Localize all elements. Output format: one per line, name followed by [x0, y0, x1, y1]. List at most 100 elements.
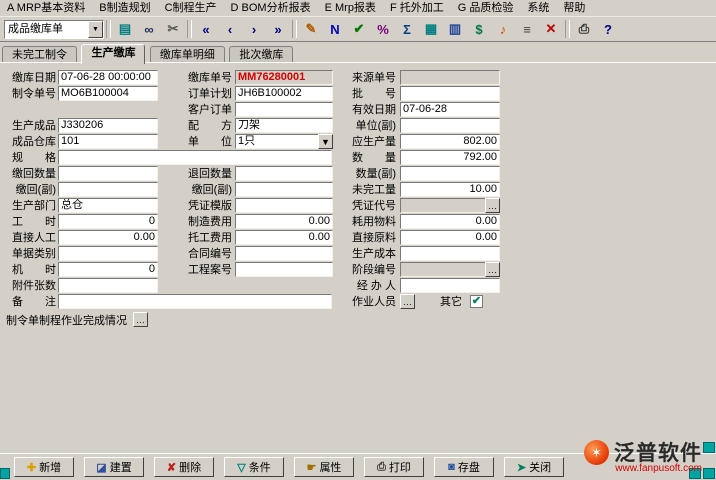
entry-no-label: 缴库单号 — [184, 71, 232, 85]
customer-order-field[interactable] — [235, 102, 333, 117]
print-button-icon: ⎙ — [377, 461, 386, 474]
direct-material-label: 直接原料 — [338, 231, 396, 245]
qty-sub-field[interactable]: 0.00 — [400, 166, 500, 181]
build-icon: ◪ — [96, 461, 106, 474]
source-no-value: TP76280001 — [427, 84, 490, 85]
formula-field[interactable]: 刀架 — [235, 118, 333, 133]
other-label: 其它 — [440, 295, 468, 309]
other-checkbox[interactable]: ✔ — [470, 295, 483, 308]
close-button[interactable]: ➤ 关闭 — [504, 457, 564, 477]
close-button-icon: ➤ — [517, 461, 526, 474]
delete-button[interactable]: ✘ 删除 — [154, 457, 214, 477]
properties-icon: ☛ — [307, 461, 317, 474]
return-qty-field[interactable] — [58, 166, 158, 181]
unit-sub-label: 单位(副) — [338, 119, 396, 133]
save-icon: ◙ — [448, 461, 455, 473]
handler-field[interactable] — [400, 278, 500, 293]
unfinished-qty-field[interactable]: 10.00 — [400, 182, 500, 197]
spec-field[interactable] — [58, 150, 332, 165]
entry-no-field: MM76280001 — [235, 70, 333, 85]
unfinished-qty-label: 未完工量 — [338, 183, 396, 197]
production-entry-form: 缴库日期 07-06-28 00:00:00 制令单号 MO6B100004 生… — [0, 0, 716, 480]
process-note-more-button[interactable]: … — [133, 312, 148, 327]
labor-hours-field[interactable]: 0 — [58, 214, 158, 229]
tab-production-entry[interactable]: 生产缴库 — [81, 44, 145, 64]
contract-no-field[interactable] — [235, 246, 333, 261]
unit-dropdown-icon[interactable]: ▼ — [318, 134, 333, 149]
spec-label: 规 格 — [4, 151, 56, 165]
reject-qty-field[interactable] — [235, 166, 333, 181]
project-no-field[interactable] — [235, 262, 333, 277]
stage-no-browse-button[interactable]: … — [485, 262, 500, 277]
doc-type-field[interactable] — [58, 246, 158, 261]
source-no-field[interactable]: ▦TP76280001 — [400, 70, 500, 85]
warehouse-label: 成品仓库 — [4, 135, 56, 149]
operator-browse-button[interactable]: … — [400, 294, 415, 309]
condition-icon: ▽ — [237, 461, 245, 474]
outsource-cost-field[interactable]: 0.00 — [235, 230, 333, 245]
tab-unfinished-orders[interactable]: 未完工制令 — [2, 46, 77, 63]
outsource-cost-label: 托工费用 — [184, 231, 232, 245]
material-cost-field[interactable]: 0.00 — [400, 214, 500, 229]
mo-no-label: 制令单号 — [4, 87, 56, 101]
build-button-label: 建置 — [110, 459, 132, 475]
voucher-code-browse-button[interactable]: … — [485, 198, 500, 213]
mfg-cost-field[interactable]: 0.00 — [235, 214, 333, 229]
delete-button-label: 删除 — [179, 459, 201, 475]
voucher-code-label: 凭证代号 — [338, 199, 396, 213]
qty-field[interactable]: 792.00 — [400, 150, 500, 165]
batch-no-label: 批 号 — [338, 87, 396, 101]
direct-material-field[interactable]: 0.00 — [400, 230, 500, 245]
return-qty-sub2-label: 缴回(副) — [184, 183, 232, 197]
doc-type-label: 单据类别 — [4, 247, 56, 261]
warehouse-field[interactable]: 101 — [58, 134, 158, 149]
tab-batch-entry[interactable]: 批次缴库 — [229, 46, 293, 63]
tab-entry-details[interactable]: 缴库单明细 — [150, 46, 225, 63]
product-label: 生产成品 — [4, 119, 56, 133]
new-button[interactable]: ✚ 新增 — [14, 457, 74, 477]
return-qty-sub-field[interactable] — [58, 182, 158, 197]
stage-no-label: 阶段编号 — [338, 263, 396, 277]
print-button-label: 打印 — [389, 459, 411, 475]
production-cost-field[interactable]: 0.00 — [400, 246, 500, 261]
entry-date-field[interactable]: 07-06-28 00:00:00 — [58, 70, 158, 85]
machine-hours-field[interactable]: 0 — [58, 262, 158, 277]
valid-date-label: 有效日期 — [338, 103, 396, 117]
project-no-label: 工程案号 — [184, 263, 232, 277]
batch-no-field[interactable] — [400, 86, 500, 101]
qty-label: 数 量 — [338, 151, 396, 165]
right-edge-grip — [703, 442, 715, 453]
new-button-label: 新增 — [39, 459, 61, 475]
reject-qty-label: 退回数量 — [184, 167, 232, 181]
material-cost-label: 耗用物料 — [338, 215, 396, 229]
properties-button[interactable]: ☛ 属性 — [294, 457, 354, 477]
voucher-template-field[interactable] — [235, 198, 333, 213]
new-icon: ✚ — [27, 461, 36, 474]
remark-label: 备 注 — [4, 295, 56, 309]
unit-sub-field[interactable] — [400, 118, 500, 133]
save-button[interactable]: ◙ 存盘 — [434, 457, 494, 477]
save-button-label: 存盘 — [458, 459, 480, 475]
product-field[interactable]: J330206 — [58, 118, 158, 133]
order-plan-field[interactable]: JH6B100002 — [235, 86, 333, 101]
attachments-field[interactable] — [58, 278, 158, 293]
return-qty-sub2-field[interactable] — [235, 182, 333, 197]
vendor-url[interactable]: www.fanpusoft.com — [615, 463, 702, 474]
return-qty-sub-label: 缴回(副) — [4, 183, 56, 197]
resize-grip[interactable] — [703, 468, 715, 479]
build-button[interactable]: ◪ 建置 — [84, 457, 144, 477]
mo-no-field[interactable]: MO6B100004 — [58, 86, 158, 101]
planned-qty-field[interactable]: 802.00 — [400, 134, 500, 149]
dept-field[interactable]: 总仓 — [58, 198, 158, 213]
valid-date-field[interactable]: 07-06-28 — [400, 102, 500, 117]
qty-sub-label: 数量(副) — [338, 167, 396, 181]
properties-button-label: 属性 — [319, 459, 341, 475]
bottom-left-grip — [0, 468, 10, 479]
direct-labor-field[interactable]: 0.00 — [58, 230, 158, 245]
print-button[interactable]: ⎙ 打印 — [364, 457, 424, 477]
attachments-label: 附件张数 — [4, 279, 56, 293]
mfg-cost-label: 制造费用 — [184, 215, 232, 229]
operator-label: 作业人员 — [338, 295, 396, 309]
remark-field[interactable] — [58, 294, 332, 309]
condition-button[interactable]: ▽ 条件 — [224, 457, 284, 477]
